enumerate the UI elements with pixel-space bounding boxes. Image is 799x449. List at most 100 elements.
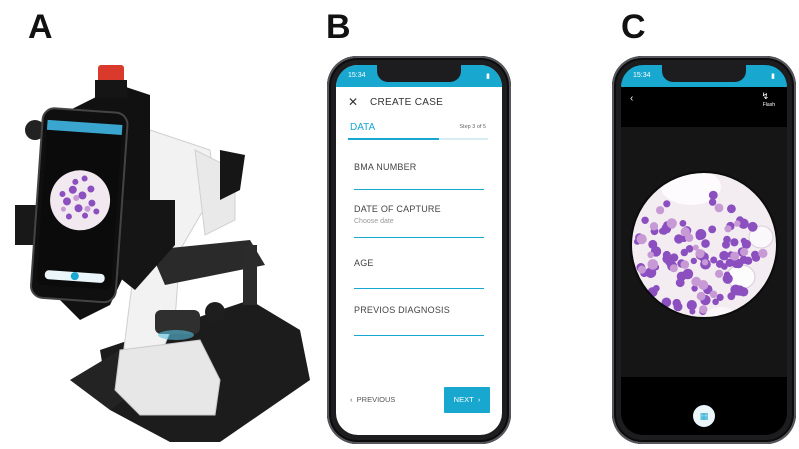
field-label: DATE OF CAPTURE <box>354 204 441 214</box>
field-bma-number[interactable]: BMA NUMBER <box>354 162 484 172</box>
cell <box>663 200 671 208</box>
grid-icon: ▦ <box>699 411 709 421</box>
cell <box>747 221 758 232</box>
cell <box>701 239 710 248</box>
flash-label: Flash <box>762 102 775 108</box>
cell <box>637 265 646 274</box>
field-underline <box>354 288 484 289</box>
cell <box>716 260 724 267</box>
cell <box>740 237 747 244</box>
cell <box>734 220 741 227</box>
progress-bar-fill <box>348 138 439 140</box>
cell <box>708 225 717 234</box>
date-placeholder: Choose date <box>354 218 394 225</box>
cell <box>730 251 740 261</box>
cell <box>739 255 748 264</box>
cell <box>701 259 709 266</box>
panel-label-a: A <box>28 8 53 46</box>
field-previous-diagnosis[interactable]: PREVIOS DIAGNOSIS <box>354 305 484 315</box>
step-indicator: Step 3 of 5 <box>459 124 486 130</box>
cell <box>652 285 660 292</box>
back-icon[interactable]: ‹ <box>630 93 633 104</box>
cell <box>649 222 659 231</box>
cell <box>679 220 687 227</box>
cell <box>690 257 697 265</box>
chevron-left-icon: ‹ <box>350 395 353 404</box>
cell <box>712 298 719 306</box>
status-time: 15:34 <box>633 72 651 79</box>
cell <box>715 269 724 278</box>
cell <box>656 206 665 215</box>
cell <box>740 247 749 257</box>
close-icon[interactable]: ✕ <box>348 95 358 109</box>
progress-bar <box>348 138 488 140</box>
cell <box>695 229 707 240</box>
cell <box>669 264 678 273</box>
camera-viewfinder <box>621 127 787 377</box>
phone-screen-camera: 15:34 ▮ ‹ ↯ Flash ▦ <box>621 65 787 435</box>
cell <box>689 308 696 315</box>
panel-label-c: C <box>621 8 646 46</box>
cell <box>698 280 709 290</box>
previous-button[interactable]: ‹ PREVIOUS <box>350 395 395 404</box>
phone-create-case: 15:34 ▮ ✕ CREATE CASE DATA Step 3 of 5 B… <box>327 56 511 444</box>
field-underline <box>354 237 484 238</box>
cell <box>723 235 731 244</box>
cell <box>659 227 666 235</box>
cell <box>727 204 736 214</box>
cell <box>636 234 647 245</box>
cell <box>709 290 718 299</box>
field-label: BMA NUMBER <box>354 162 417 172</box>
field-label: PREVIOS DIAGNOSIS <box>354 305 450 315</box>
panel-label-b: B <box>326 8 351 46</box>
microscope-with-phone-adapter-photo <box>15 65 310 442</box>
cell <box>666 218 677 229</box>
phone-notch <box>662 65 746 82</box>
tab-data[interactable]: DATA <box>350 122 375 133</box>
phone-screen-create-case: 15:34 ▮ ✕ CREATE CASE DATA Step 3 of 5 B… <box>336 65 502 435</box>
page-title: CREATE CASE <box>370 97 444 108</box>
cell <box>675 278 685 288</box>
cell <box>647 251 654 259</box>
bone-marrow-smear-view <box>630 171 778 319</box>
field-date-of-capture[interactable]: DATE OF CAPTURE Choose date <box>354 204 484 225</box>
cell <box>647 259 659 270</box>
next-label: NEXT <box>453 395 474 404</box>
camera-controls: ▦ <box>621 377 787 435</box>
create-case-header: ✕ CREATE CASE <box>336 93 502 113</box>
flash-icon[interactable]: ↯ <box>761 91 769 102</box>
field-underline <box>354 189 484 190</box>
cell <box>692 244 699 251</box>
cell <box>648 239 658 249</box>
field-label: AGE <box>354 258 374 268</box>
cell <box>641 216 649 224</box>
cell <box>758 248 768 258</box>
cell <box>696 291 706 301</box>
status-time: 15:34 <box>348 72 366 79</box>
cell <box>682 268 694 280</box>
cell <box>699 305 708 314</box>
capture-button[interactable]: ▦ <box>693 405 715 427</box>
cell <box>680 260 690 269</box>
phone-notch <box>377 65 461 82</box>
next-button[interactable]: NEXT › <box>444 387 490 413</box>
battery-icon: ▮ <box>486 73 490 80</box>
cell <box>724 225 732 233</box>
chevron-right-icon: › <box>477 395 481 404</box>
field-age[interactable]: AGE <box>354 258 484 268</box>
cell <box>723 271 731 279</box>
cell <box>719 250 729 261</box>
battery-icon: ▮ <box>771 73 775 80</box>
field-underline <box>354 335 484 336</box>
cell <box>674 234 684 244</box>
cell <box>710 256 718 264</box>
cell <box>714 203 724 213</box>
cell <box>672 298 681 308</box>
cell <box>708 198 717 206</box>
cell <box>730 238 739 247</box>
cell <box>680 248 688 257</box>
cell <box>708 190 718 200</box>
cell <box>730 284 742 296</box>
previous-label: PREVIOUS <box>356 395 396 404</box>
phone-camera: 15:34 ▮ ‹ ↯ Flash ▦ <box>612 56 796 444</box>
